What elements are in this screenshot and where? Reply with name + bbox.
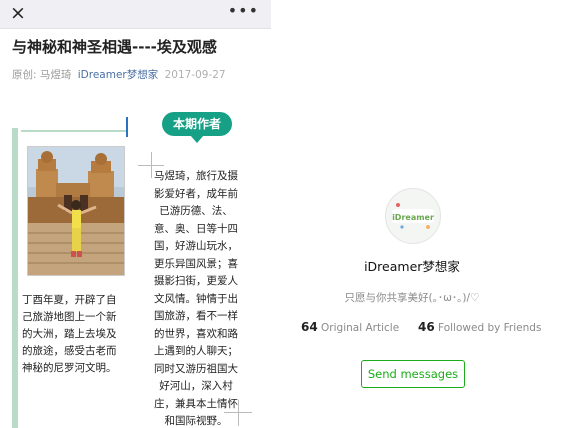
bio-line: 好河山，深入村 (159, 380, 233, 392)
account-name: iDreamer梦想家 (364, 259, 460, 274)
bio-line: 摄影扫街，更爱人 (154, 275, 238, 287)
articles-count: 64 (301, 320, 318, 334)
bio-line: 国，好游山玩水， (154, 240, 238, 252)
publish-date: 2017-09-27 (164, 69, 226, 81)
bio-line: 庄，兼具本土情怀 (154, 397, 238, 410)
panel-divider (271, 0, 295, 428)
articles-label: Original Article (321, 322, 400, 334)
bio-line: 更乐异国风景；喜 (154, 257, 238, 270)
article-title: 与神秘和神圣相遇----埃及观感 (12, 38, 217, 56)
bio-line: 意、奥、日等十四 (154, 222, 238, 235)
bio-line: 和国际视野。 (164, 415, 228, 427)
bio-line: 影爱好者，成年前 (154, 187, 238, 200)
caption-line: 神秘的尼罗河文明。 (22, 362, 117, 374)
avatar-logo-icon: iDreamer (386, 189, 440, 243)
original-article-stat[interactable]: 64 Original Article (301, 320, 400, 334)
author-photo-image (28, 147, 124, 275)
author-photo[interactable] (27, 146, 125, 276)
account-link[interactable]: iDreamer梦想家 (78, 69, 159, 81)
photo-caption: 丁酉年夏，开辟了自 己旅游地图上一个新 的大洲，踏上去埃及 的旅途，感受古老而 … (22, 292, 126, 377)
friends-label: Followed by Friends (438, 322, 542, 334)
article-panel: × ••• 与神秘和神圣相遇----埃及观感 原创: 马煜琦 iDreamer梦… (0, 0, 271, 428)
close-icon[interactable]: × (10, 3, 26, 23)
decorative-mark (126, 117, 128, 137)
account-avatar[interactable]: iDreamer (385, 188, 441, 244)
bio-line: 的世界，喜欢和路 (154, 327, 238, 340)
bio-line: 国旅游，看不一样 (154, 310, 238, 322)
meta-prefix: 原创: (12, 69, 37, 81)
followed-friends-stat[interactable]: 46 Followed by Friends (418, 320, 541, 334)
caption-line: 的旅途，感受古老而 (22, 345, 117, 357)
card-top-border (21, 130, 127, 132)
author-name: 马煜琦 (39, 69, 72, 81)
more-options-icon[interactable]: ••• (228, 1, 259, 20)
friends-count: 46 (418, 320, 435, 334)
avatar-logo-text: iDreamer (392, 213, 434, 222)
account-stats: 64 Original Article 46 Followed by Frien… (301, 320, 541, 334)
caption-line: 丁酉年夏，开辟了自 (22, 294, 117, 306)
bio-line: 文风情。钟情于出 (154, 292, 238, 305)
bio-line: 同时又游历祖国大 (154, 362, 238, 375)
author-badge: 本期作者 (162, 112, 232, 136)
send-messages-button[interactable]: Send messages (361, 360, 465, 388)
bio-line: 马煜琦，旅行及摄 (154, 170, 238, 182)
bio-line: 已游历德、法、 (159, 205, 233, 217)
badge-tail (190, 135, 204, 143)
caption-line: 的大洲，踏上去埃及 (22, 328, 117, 340)
account-description: 只愿与你共享美好(｡･ω･｡)/♡ (344, 292, 480, 304)
article-meta: 原创: 马煜琦 iDreamer梦想家 2017-09-27 (12, 67, 226, 82)
caption-line: 己旅游地图上一个新 (22, 311, 117, 323)
top-bar: × ••• (0, 0, 271, 29)
author-bio: 马煜琦，旅行及摄 影爱好者，成年前 已游历德、法、 意、奥、日等十四 国，好游山… (146, 168, 246, 428)
bio-line: 上遇到的人聊天； (154, 345, 238, 357)
